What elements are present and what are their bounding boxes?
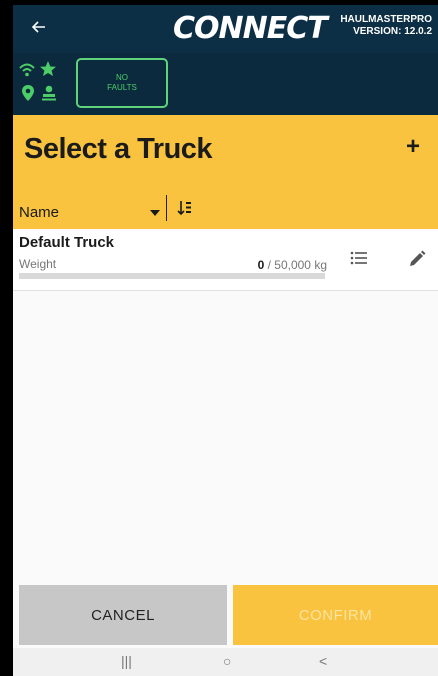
driver-icon xyxy=(42,85,56,101)
truck-name: Default Truck xyxy=(19,234,115,251)
status-strip: NO FAULTS xyxy=(13,53,438,115)
home-nav-icon[interactable]: ○ xyxy=(223,652,231,670)
recents-nav-icon[interactable]: ||| xyxy=(121,652,132,670)
confirm-button[interactable]: CONFIRM xyxy=(233,585,438,645)
weight-label: Weight xyxy=(19,257,57,271)
app-screen: CONNECT HAULMASTERPRO VERSION: 12.0.2 NO… xyxy=(13,5,438,676)
weight-progress-bar xyxy=(19,273,325,279)
system-nav-bar: ||| ○ < xyxy=(13,648,438,676)
sort-divider xyxy=(166,195,167,221)
add-truck-button[interactable]: + xyxy=(406,135,420,159)
weight-max: / 50,000 kg xyxy=(267,258,327,272)
sort-field-select[interactable]: Name xyxy=(19,204,59,221)
page-header: Select a Truck + Name xyxy=(13,115,438,229)
page-title: Select a Truck xyxy=(24,133,213,165)
wifi-icon xyxy=(19,63,35,77)
weight-current: 0 xyxy=(257,258,265,272)
truck-list-item[interactable]: Default Truck Weight 0 / 50,000 kg xyxy=(13,229,438,291)
details-list-icon[interactable] xyxy=(349,249,369,269)
app-version: HAULMASTERPRO VERSION: 12.0.2 xyxy=(332,14,432,38)
edit-pencil-icon[interactable] xyxy=(407,249,427,269)
top-app-bar: CONNECT HAULMASTERPRO VERSION: 12.0.2 xyxy=(13,5,438,53)
cancel-button[interactable]: CANCEL xyxy=(19,585,227,645)
chevron-down-icon[interactable] xyxy=(150,210,160,216)
version-label: VERSION: 12.0.2 xyxy=(353,26,432,37)
star-icon xyxy=(40,61,56,76)
back-arrow-icon[interactable] xyxy=(29,17,49,37)
back-nav-icon[interactable]: < xyxy=(319,652,327,670)
weight-value: 0 / 50,000 kg xyxy=(243,258,327,272)
location-icon xyxy=(22,85,34,101)
faults-status-button[interactable]: NO FAULTS xyxy=(76,58,168,108)
app-name: HAULMASTERPRO xyxy=(340,14,432,25)
sort-direction-icon[interactable] xyxy=(176,199,194,217)
faults-label-line2: FAULTS xyxy=(107,83,137,92)
app-logo: CONNECT xyxy=(173,11,328,46)
faults-label-line1: NO xyxy=(116,73,128,82)
